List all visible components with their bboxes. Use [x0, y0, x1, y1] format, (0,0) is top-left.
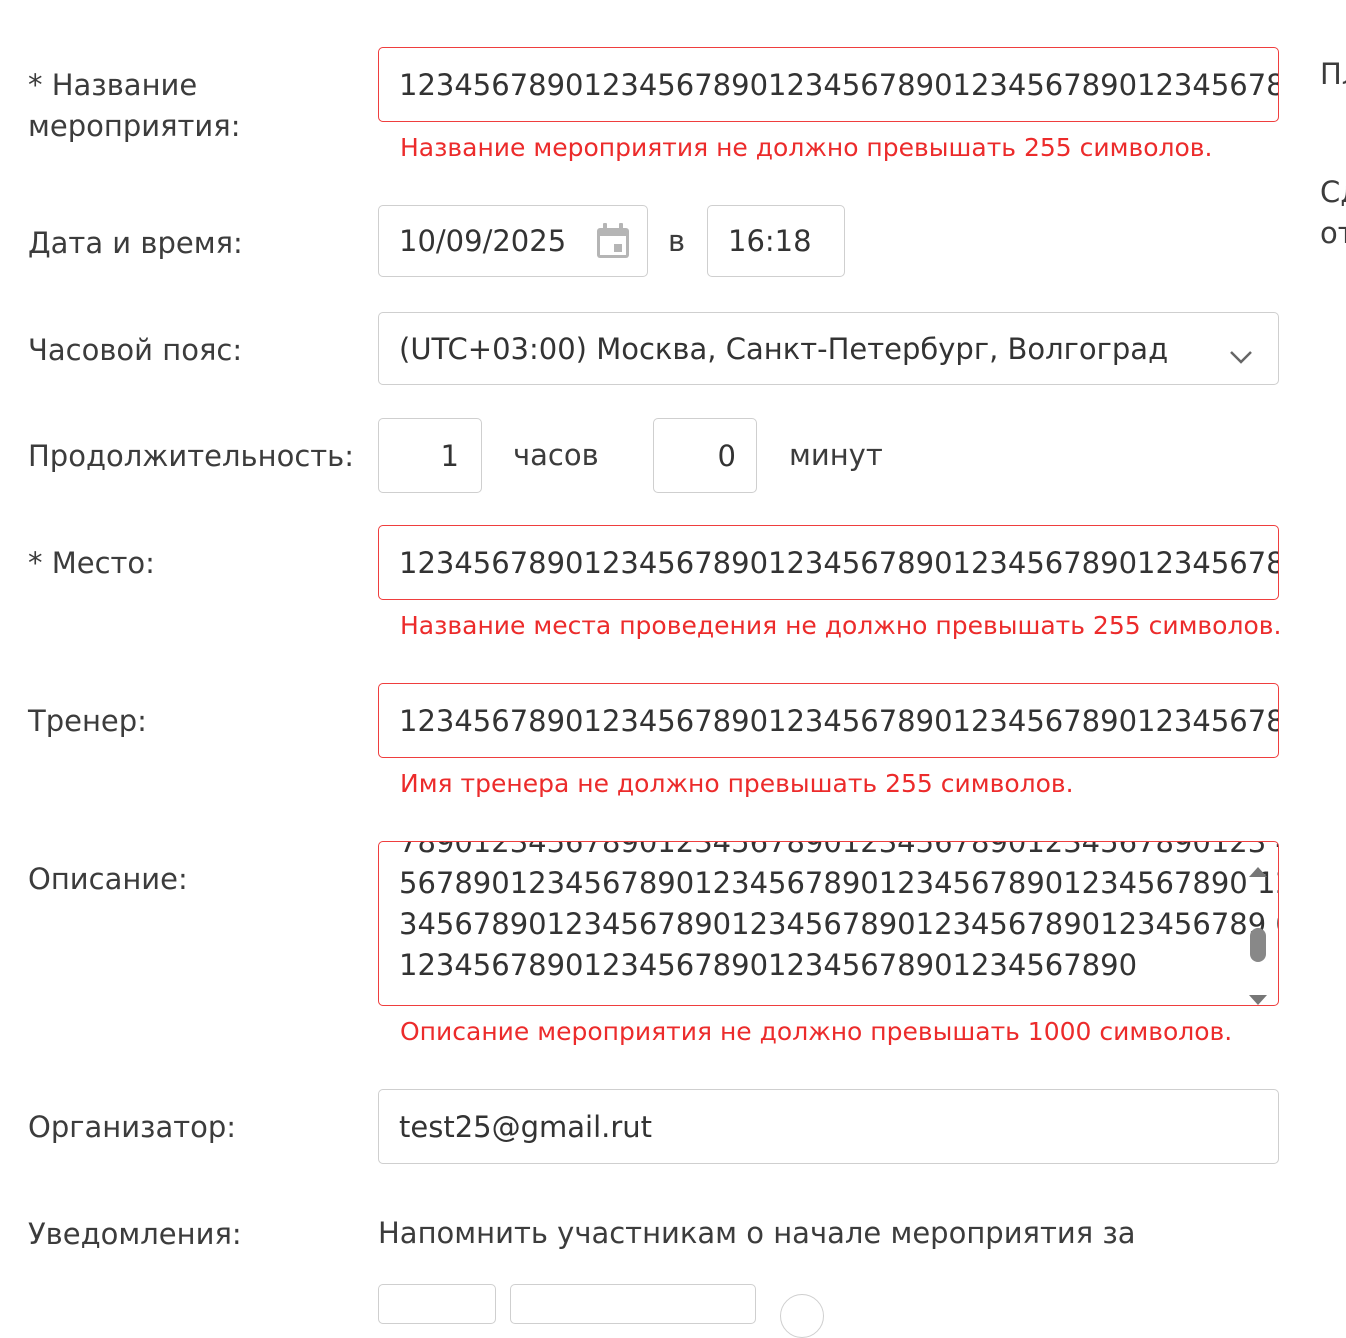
- trainer-value: 1234567890123456789012345678901234567890…: [399, 703, 1279, 738]
- sidebar-text-1: Пл: [1320, 57, 1346, 91]
- sidebar-text-3: от: [1320, 216, 1346, 250]
- event-name-label: * Название мероприятия:: [28, 65, 241, 147]
- duration-label: Продолжительность:: [28, 439, 355, 473]
- event-name-label-line2: мероприятия:: [28, 109, 241, 143]
- event-name-error: Название мероприятия не должно превышать…: [400, 133, 1213, 162]
- description-error: Описание мероприятия не должно превышать…: [400, 1017, 1233, 1046]
- remove-reminder-button[interactable]: [780, 1294, 824, 1338]
- trainer-error: Имя тренера не должно превышать 255 симв…: [400, 769, 1074, 798]
- description-textarea[interactable]: 7890123456789012345678901234567890123456…: [378, 841, 1279, 1006]
- event-name-input[interactable]: 1234567890123456789012345678901234567890…: [378, 47, 1279, 122]
- timezone-select[interactable]: (UTC+03:00) Москва, Санкт-Петербург, Вол…: [378, 312, 1279, 385]
- place-value: 1234567890123456789012345678901234567890…: [399, 545, 1279, 580]
- duration-minutes-value: 0: [717, 438, 736, 473]
- event-name-label-line1: * Название: [28, 68, 198, 102]
- trainer-input[interactable]: 1234567890123456789012345678901234567890…: [378, 683, 1279, 758]
- trainer-label: Тренер:: [28, 704, 147, 738]
- timezone-label: Часовой пояс:: [28, 333, 243, 367]
- scroll-down-arrow-icon[interactable]: [1248, 980, 1268, 1005]
- date-input[interactable]: 10/09/2025: [378, 205, 648, 277]
- calendar-icon[interactable]: [595, 222, 631, 260]
- duration-minutes-unit: минут: [789, 438, 883, 472]
- sidebar-text-2: Сд: [1320, 175, 1346, 209]
- date-time-separator: в: [668, 224, 686, 258]
- description-text: 7890123456789012345678901234567890123456…: [399, 841, 1279, 986]
- reminder-unit-select[interactable]: [510, 1284, 756, 1324]
- description-scrollbar[interactable]: [1246, 850, 1270, 1005]
- time-input[interactable]: 16:18: [707, 205, 845, 277]
- notifications-label: Уведомления:: [28, 1217, 242, 1251]
- duration-hours-input[interactable]: 1: [378, 418, 482, 493]
- place-label: * Место:: [28, 546, 155, 580]
- description-line: 3456789012345678901234567890123456789012…: [399, 907, 1279, 941]
- chevron-down-icon: [1228, 339, 1254, 373]
- description-line: 5678901234567890123456789012345678901234…: [399, 866, 1279, 900]
- place-error: Название места проведения не должно прев…: [400, 611, 1282, 640]
- organizer-value: test25@gmail.rut: [399, 1109, 653, 1144]
- organizer-input[interactable]: test25@gmail.rut: [378, 1089, 1279, 1164]
- duration-hours-unit: часов: [513, 438, 599, 472]
- scroll-up-arrow-icon[interactable]: [1248, 852, 1268, 886]
- notifications-text: Напомнить участникам о начале мероприяти…: [378, 1216, 1136, 1250]
- organizer-label: Организатор:: [28, 1110, 237, 1144]
- duration-hours-value: 1: [440, 438, 459, 473]
- event-name-value: 1234567890123456789012345678901234567890…: [399, 67, 1279, 102]
- description-line: 1234567890123456789012345678901234567890: [399, 948, 1138, 982]
- description-line: 7890123456789012345678901234567890123456…: [399, 841, 1279, 859]
- timezone-value: (UTC+03:00) Москва, Санкт-Петербург, Вол…: [399, 331, 1169, 366]
- time-value: 16:18: [728, 224, 812, 258]
- place-input[interactable]: 1234567890123456789012345678901234567890…: [378, 525, 1279, 600]
- reminder-amount-input[interactable]: [378, 1284, 496, 1324]
- date-value: 10/09/2025: [399, 224, 567, 258]
- duration-minutes-input[interactable]: 0: [653, 418, 757, 493]
- date-time-label: Дата и время:: [28, 226, 243, 260]
- description-label: Описание:: [28, 862, 188, 896]
- scrollbar-thumb[interactable]: [1250, 928, 1266, 962]
